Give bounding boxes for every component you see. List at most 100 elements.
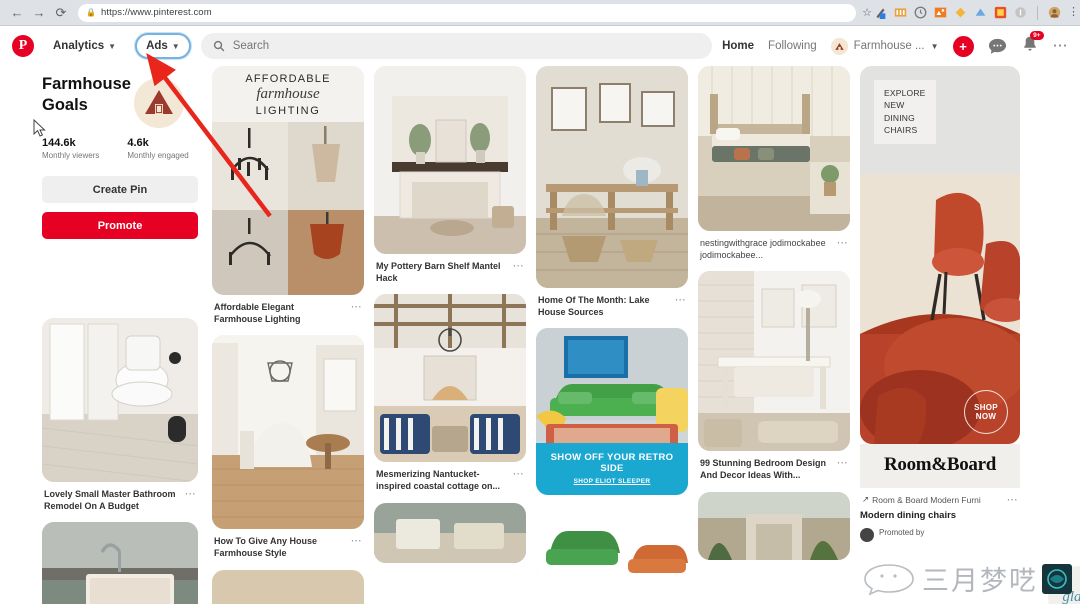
pin-card[interactable] xyxy=(212,569,364,604)
forward-arrow-icon[interactable]: → xyxy=(28,2,50,24)
ads-menu[interactable]: Ads ▼ xyxy=(135,33,191,59)
pin-caption: Mesmerizing Nantucket-inspired coastal c… xyxy=(374,462,526,492)
info-extension-icon[interactable] xyxy=(1014,6,1027,19)
pin-card[interactable] xyxy=(536,505,688,582)
promoted-pin-card[interactable]: EXPLORE NEW DINING CHAIRS SHOP NOW Room&… xyxy=(860,66,1020,542)
mouse-pointer xyxy=(33,119,46,137)
pin-card[interactable]: My Pottery Barn Shelf Mantel Hack ⋯ xyxy=(374,66,526,284)
pinterest-header: P Analytics ▼ Ads ▼ Search Home Followin… xyxy=(0,26,1080,66)
pin-more-icon[interactable]: ⋯ xyxy=(1007,494,1018,506)
image-extension-icon[interactable] xyxy=(934,6,947,19)
pin-image-col1-third[interactable] xyxy=(212,569,364,604)
clock-extension-icon[interactable] xyxy=(914,6,927,19)
chat-icon[interactable] xyxy=(988,37,1007,56)
pin-more-icon[interactable]: ⋯ xyxy=(351,535,362,547)
pin-more-icon[interactable]: ⋯ xyxy=(351,301,362,313)
pin-image-kitchen[interactable] xyxy=(42,522,198,604)
grid-extension-icon[interactable] xyxy=(894,6,907,19)
pin-image-green-sofa[interactable] xyxy=(536,505,688,582)
board-avatar[interactable] xyxy=(134,78,184,128)
pin-title: Home Of The Month: Lake House Sources xyxy=(538,295,650,318)
pin-column-5-promoted: EXPLORE NEW DINING CHAIRS SHOP NOW Room&… xyxy=(860,66,1020,604)
pin-image-nantucket[interactable] xyxy=(374,294,526,463)
tag-extension-icon[interactable] xyxy=(954,6,967,19)
pin-card[interactable]: Home Of The Month: Lake House Sources ⋯ xyxy=(536,66,688,318)
pin-image-farmhouse-style[interactable] xyxy=(212,335,364,530)
pin-image-retro-sofa-ad[interactable]: SHOW OFF YOUR RETRO SIDE SHOP ELIOT SLEE… xyxy=(536,328,688,496)
wechat-qr-badge xyxy=(1042,563,1072,594)
back-arrow-icon[interactable]: ← xyxy=(6,2,28,24)
pin-caption: Lovely Small Master Bathroom Remodel On … xyxy=(42,482,198,512)
pin-caption: nestingwithgrace jodimockabee jodimockab… xyxy=(698,231,850,261)
pin-card[interactable]: Mesmerizing Nantucket-inspired coastal c… xyxy=(374,294,526,492)
address-bar[interactable]: 🔒 https://www.pinterest.com xyxy=(78,3,857,22)
pin-card[interactable]: Lovely Small Master Bathroom Remodel On … xyxy=(42,318,198,512)
ad-image-dining-chairs[interactable]: EXPLORE NEW DINING CHAIRS SHOP NOW xyxy=(860,66,1020,444)
shop-now-button[interactable]: SHOP NOW xyxy=(964,390,1008,434)
nav-following[interactable]: Following xyxy=(768,40,817,52)
create-pin-button[interactable]: Create Pin xyxy=(42,176,198,204)
notifications-button[interactable]: 9+ xyxy=(1021,30,1044,58)
profile-avatar-icon[interactable] xyxy=(1048,6,1061,19)
watermark-text: 三月梦呓 xyxy=(922,566,1038,597)
pin-more-icon[interactable]: ⋯ xyxy=(837,457,848,469)
ad-overlay-line-1: EXPLORE xyxy=(884,88,926,98)
analytics-menu-label: Analytics xyxy=(53,40,105,52)
more-horizontal-icon[interactable]: ⋯ xyxy=(1053,38,1069,53)
pinterest-logo[interactable]: P xyxy=(12,35,34,57)
cloud-extension-icon[interactable] xyxy=(974,6,987,19)
pin-card[interactable] xyxy=(374,502,526,563)
pin-card[interactable]: How To Give Any House Farmhouse Style ⋯ xyxy=(212,335,364,559)
notifications-badge: 9+ xyxy=(1030,30,1044,40)
shop-now-line-1: SHOP xyxy=(974,402,998,412)
pin-card[interactable]: AFFORDABLE farmhouse LIGHTING Affordable… xyxy=(212,66,364,325)
pin-more-icon[interactable]: ⋯ xyxy=(185,488,196,500)
wechat-watermark: 三月梦呓 xyxy=(862,559,1072,598)
kebab-menu-icon[interactable]: ⋮ xyxy=(1068,7,1079,18)
pin-image-outdoor[interactable] xyxy=(698,491,850,560)
pin-card[interactable] xyxy=(698,491,850,560)
search-input[interactable]: Search xyxy=(233,40,269,52)
pin-image-bunk-bed[interactable] xyxy=(698,66,850,231)
pin-caption: Affordable Elegant Farmhouse Lighting ⋯ xyxy=(212,295,364,325)
pin-title: nestingwithgrace jodimockabee jodimockab… xyxy=(700,238,826,261)
pin-image-lake-house[interactable] xyxy=(536,66,688,288)
header-actions: Home Following Farmhouse ... ▼ + 9+ ⋯ xyxy=(722,30,1069,58)
pin-more-icon[interactable]: ⋯ xyxy=(675,294,686,306)
ad-overlay-line-2: NEW xyxy=(884,100,905,111)
app-extension-icon[interactable] xyxy=(994,6,1007,19)
stat-monthly-engaged: 4.6k Monthly engaged xyxy=(127,137,188,160)
analytics-menu[interactable]: Analytics ▼ xyxy=(44,35,125,57)
pin-card[interactable]: SHOW OFF YOUR RETRO SIDE SHOP ELIOT SLEE… xyxy=(536,328,688,496)
pin-image-bathroom[interactable] xyxy=(42,318,198,482)
nav-home[interactable]: Home xyxy=(722,40,754,52)
ad-banner-cta[interactable]: SHOP ELIOT SLEEPER xyxy=(542,478,682,485)
svg-text:farmhouse: farmhouse xyxy=(256,86,320,102)
svg-text:AFFORDABLE: AFFORDABLE xyxy=(245,73,330,85)
star-icon[interactable]: ☆ xyxy=(862,6,872,19)
pin-image-mantel[interactable] xyxy=(374,66,526,254)
pin-image-lighting[interactable]: AFFORDABLE farmhouse LIGHTING xyxy=(212,66,364,295)
promote-button[interactable]: Promote xyxy=(42,212,198,240)
pin-more-icon[interactable]: ⋯ xyxy=(837,237,848,249)
reload-icon[interactable]: ⟳ xyxy=(50,2,72,24)
ad-source[interactable]: ↗ Room & Board Modern Furni xyxy=(862,494,981,505)
pin-image-bedroom[interactable] xyxy=(698,271,850,452)
account-name: Farmhouse ... xyxy=(853,40,925,52)
stat-value: 144.6k xyxy=(42,137,76,150)
pin-image-col2-third[interactable] xyxy=(374,502,526,563)
sidebar-pin-list: Lovely Small Master Bathroom Remodel On … xyxy=(42,318,198,604)
pin-more-icon[interactable]: ⋯ xyxy=(513,468,524,480)
search-bar[interactable]: Search xyxy=(200,33,713,59)
pin-card[interactable]: 99 Stunning Bedroom Design And Decor Ide… xyxy=(698,271,850,481)
ad-banner[interactable]: SHOW OFF YOUR RETRO SIDE SHOP ELIOT SLEE… xyxy=(536,443,688,496)
pin-card[interactable] xyxy=(42,522,198,604)
stat-value: 4.6k xyxy=(127,137,149,150)
account-switcher[interactable]: Farmhouse ... ▼ xyxy=(830,37,939,55)
pin-more-icon[interactable]: ⋯ xyxy=(513,260,524,272)
pen-extension-icon[interactable] xyxy=(874,6,887,19)
create-button[interactable]: + xyxy=(952,35,974,57)
toolbar-divider xyxy=(1037,5,1038,20)
pin-column-1: AFFORDABLE farmhouse LIGHTING Affordable… xyxy=(212,66,364,604)
pin-card[interactable]: nestingwithgrace jodimockabee jodimockab… xyxy=(698,66,850,261)
